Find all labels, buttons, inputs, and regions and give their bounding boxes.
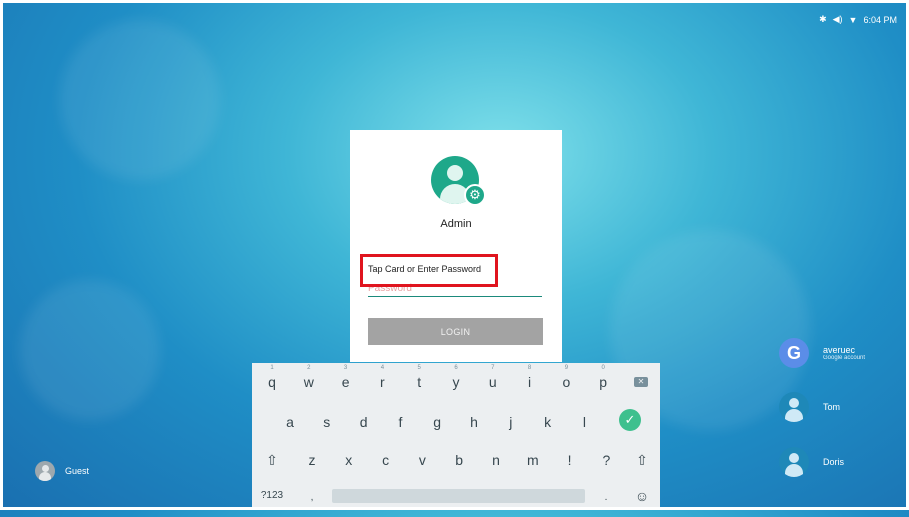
user-name: averuec [823, 345, 856, 355]
key-?[interactable]: ? [588, 441, 624, 477]
guest-user[interactable]: Guest [35, 461, 89, 481]
key-hint: 0 [601, 365, 605, 371]
symbols-key[interactable]: ?123 [254, 477, 290, 513]
user-averuec[interactable]: G averuec Google account [779, 338, 865, 368]
key-h[interactable]: h [456, 403, 492, 439]
user-name: Tom [823, 402, 841, 412]
key-q[interactable]: 1q [254, 363, 290, 399]
key-k[interactable]: k [530, 403, 566, 439]
login-button[interactable]: LOGIN [368, 318, 543, 345]
key-hint: 1 [270, 365, 274, 371]
guest-label: Guest [65, 466, 90, 476]
key-x[interactable]: x [331, 441, 367, 477]
bluetooth-icon: ✱ [819, 14, 827, 24]
key-r[interactable]: 4r [364, 363, 400, 399]
key-v[interactable]: v [404, 441, 440, 477]
key-hint: 9 [564, 365, 569, 371]
keyboard-row-1: 1q2w3e4r5t6y7u8i9o0p [252, 363, 660, 401]
key-hint: 3 [343, 365, 348, 371]
user-doris[interactable]: Doris [779, 447, 844, 477]
key-a[interactable]: a [272, 403, 308, 439]
key-hint: 2 [307, 365, 311, 371]
key-s[interactable]: s [309, 403, 345, 439]
user-icon [779, 392, 809, 422]
shift-key-left[interactable]: ⇧ [254, 441, 290, 477]
user-icon [779, 447, 809, 477]
gear-icon: ⚙ [464, 184, 486, 206]
user-icon [35, 461, 55, 481]
shift-key-right[interactable]: ⇧ [624, 441, 660, 477]
user-name: Doris [823, 457, 845, 467]
keyboard-row-2: asdfghjkl [252, 403, 660, 441]
key-y[interactable]: 6y [438, 363, 474, 399]
key-z[interactable]: z [294, 441, 330, 477]
key-f[interactable]: f [382, 403, 418, 439]
enter-check-key[interactable]: ✓ [619, 409, 641, 431]
highlight-box [360, 254, 498, 287]
key-hint: 4 [380, 365, 385, 371]
key-i[interactable]: 8i [512, 363, 548, 399]
key-hint: 8 [527, 365, 532, 371]
key-n[interactable]: n [478, 441, 514, 477]
background-bokeh [60, 20, 220, 180]
login-card: ⚙ Admin Tap Card or Enter Password LOGIN [350, 130, 562, 362]
space-key[interactable] [332, 489, 585, 503]
background-bokeh [20, 280, 160, 420]
wifi-icon: ▼ [848, 14, 858, 25]
key-d[interactable]: d [346, 403, 382, 439]
volume-icon: ◀) [832, 14, 843, 24]
key-l[interactable]: l [566, 403, 602, 439]
key-m[interactable]: m [515, 441, 551, 477]
status-bar: ✱ ◀) ▼ 6:04 PM [819, 14, 897, 25]
key-p[interactable]: 0p [585, 363, 621, 399]
key-c[interactable]: c [368, 441, 404, 477]
on-screen-keyboard: 1q2w3e4r5t6y7u8i9o0p asdfghjkl z x c v b n m!?… [252, 363, 660, 510]
key-b[interactable]: b [441, 441, 477, 477]
google-icon: G [779, 338, 809, 368]
key-j[interactable]: j [493, 403, 529, 439]
keyboard-row-3: z x c v b n m!? [252, 441, 660, 479]
key-hint: 7 [491, 365, 495, 371]
key-o[interactable]: 9o [548, 363, 584, 399]
clock: 6:04 PM [863, 14, 897, 25]
username-label: Admin [440, 218, 472, 230]
emoji-icon[interactable]: ☺ [624, 477, 660, 513]
key-hint: 6 [454, 365, 458, 371]
backspace-key[interactable]: ✕ [634, 377, 648, 387]
key-u[interactable]: 7u [475, 363, 511, 399]
key-e[interactable]: 3e [328, 363, 364, 399]
key-![interactable]: ! [552, 441, 588, 477]
key-hint: 5 [417, 365, 421, 371]
key-g[interactable]: g [419, 403, 455, 439]
key-w[interactable]: 2w [291, 363, 327, 399]
user-subtitle: Google account [823, 355, 866, 361]
key-t[interactable]: 5t [401, 363, 437, 399]
user-tom[interactable]: Tom [779, 392, 840, 422]
